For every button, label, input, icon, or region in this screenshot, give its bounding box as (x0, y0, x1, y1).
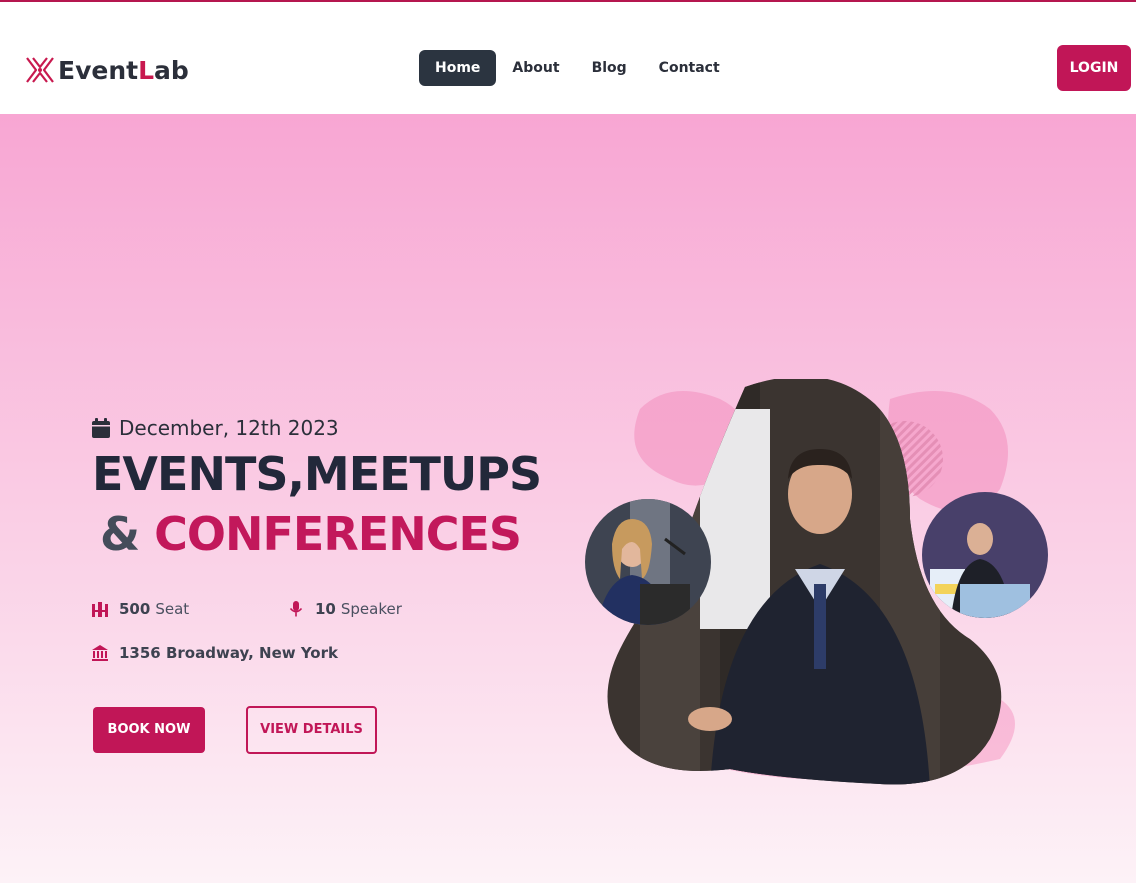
main-nav: Home About Blog Contact (419, 50, 736, 86)
event-date: December, 12th 2023 (92, 416, 339, 440)
seat-label: Seat (155, 600, 190, 618)
view-details-button[interactable]: VIEW DETAILS (246, 706, 377, 754)
hero-speaker-collage (585, 379, 1048, 785)
nav-contact[interactable]: Contact (643, 50, 736, 86)
nav-home[interactable]: Home (419, 50, 497, 86)
headline-ampersand: & (100, 507, 140, 561)
calendar-icon (92, 418, 110, 438)
event-address-text: 1356 Broadway, New York (119, 644, 338, 662)
brand-logo[interactable]: EventLab (24, 50, 189, 90)
hero-headline-line2: & CONFERENCES (100, 507, 522, 561)
eventlab-logo-icon (26, 57, 54, 83)
nav-blog[interactable]: Blog (576, 50, 643, 86)
nav-about[interactable]: About (496, 50, 575, 86)
event-address: 1356 Broadway, New York (91, 644, 338, 662)
speaker-label: Speaker (340, 600, 402, 618)
headline-highlight: CONFERENCES (154, 507, 522, 561)
event-date-text: December, 12th 2023 (119, 416, 339, 440)
speaker-value: 10 (315, 600, 336, 618)
speaker-count: 10 Speaker (287, 600, 402, 618)
seat-value: 500 (119, 600, 151, 618)
brand-name: EventLab (58, 55, 189, 85)
login-button[interactable]: LOGIN (1057, 45, 1131, 91)
hero-headline-line1: EVENTS,MEETUPS (92, 447, 542, 501)
book-now-button[interactable]: BOOK NOW (93, 707, 205, 753)
hero-section: December, 12th 2023 EVENTS,MEETUPS & CON… (0, 114, 1136, 883)
venue-building-icon (92, 645, 108, 661)
seat-count: 500 Seat (91, 600, 189, 618)
seat-icon (92, 602, 108, 617)
microphone-icon (289, 601, 303, 617)
site-header: EventLab Home About Blog Contact LOGIN (0, 2, 1136, 114)
